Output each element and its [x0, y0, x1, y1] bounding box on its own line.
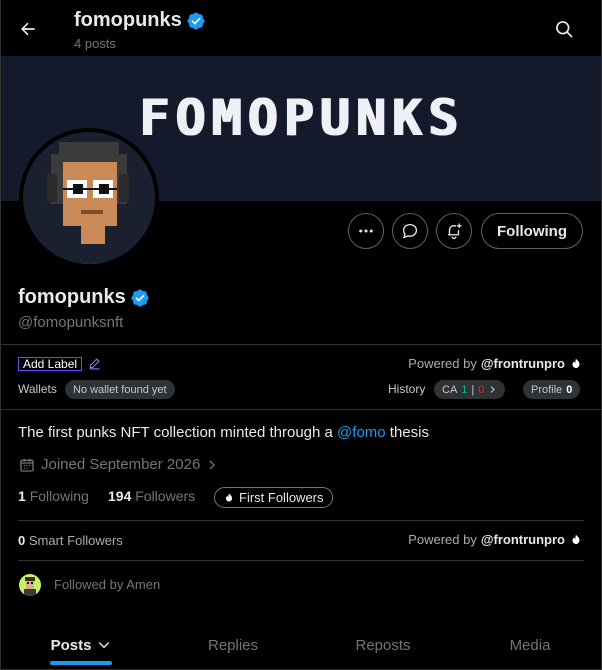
profile-history-count: 0: [566, 383, 573, 396]
banner-logo-text: FOMOPUNKS: [138, 88, 464, 147]
divider: [18, 560, 584, 561]
search-icon: [556, 21, 573, 38]
smart-followers-label: Smart Followers: [28, 533, 123, 548]
divider: [1, 409, 601, 410]
active-tab-indicator: [50, 661, 112, 665]
bio-text-start: The first punks NFT collection minted th…: [18, 424, 338, 441]
frontrun-logo-icon: [226, 493, 232, 501]
posts-count: 4 posts: [74, 36, 116, 51]
no-wallet-text: No wallet found yet: [73, 383, 167, 396]
ca-separator: |: [471, 383, 475, 396]
first-followers-button[interactable]: First Followers: [214, 487, 333, 508]
divider: [1, 344, 601, 345]
ca-history-chip[interactable]: CA 1 | 0: [434, 380, 506, 399]
add-label-button[interactable]: Add Label: [18, 357, 83, 371]
display-name: fomopunks: [18, 286, 126, 308]
powered-by-brand[interactable]: @frontrunpro: [481, 356, 565, 371]
powered-by-label: Powered by: [408, 356, 477, 371]
search-button[interactable]: [549, 14, 579, 44]
frontrun-logo-icon: [572, 534, 580, 544]
more-options-button[interactable]: [348, 213, 384, 249]
followers-count: 194: [108, 488, 132, 504]
top-bar: fomopunks 4 posts: [1, 0, 601, 56]
frontrun-logo-icon: [572, 358, 580, 368]
following-word: Following: [29, 488, 89, 504]
profile-page: fomopunks 4 posts FOMOPUNKS Following fo…: [0, 0, 602, 670]
joined-date-row[interactable]: Joined September 2026: [19, 456, 218, 473]
tab-reposts[interactable]: Reposts: [333, 620, 433, 669]
wallets-label: Wallets: [18, 382, 57, 396]
followers-word: Followers: [135, 488, 196, 504]
calendar-icon: [20, 458, 34, 472]
smart-followers[interactable]: 0 Smart Followers: [18, 533, 123, 548]
pencil-icon[interactable]: [88, 357, 101, 370]
pixel-punk-avatar-icon: [23, 132, 155, 264]
following-count: 1: [18, 488, 26, 504]
profile-bio: The first punks NFT collection minted th…: [18, 424, 429, 441]
ca-negative-count: 0: [478, 383, 485, 396]
profile-history-chip[interactable]: Profile 0: [523, 380, 581, 399]
profile-name-row: fomopunks: [18, 286, 150, 309]
tab-posts-label: Posts: [50, 636, 92, 654]
chevron-right-icon: [490, 386, 496, 393]
verified-badge-icon[interactable]: [130, 288, 150, 308]
ca-positive-count: 1: [461, 383, 468, 396]
avatar-face-icon: [24, 577, 36, 596]
followed-by-text[interactable]: Followed by Amen: [54, 577, 160, 592]
powered-by-label: Powered by: [408, 532, 477, 547]
tab-replies[interactable]: Replies: [183, 620, 283, 669]
more-dots-icon: [359, 229, 373, 233]
first-followers-label: First Followers: [239, 490, 324, 505]
bio-mention-link[interactable]: @fomo: [337, 424, 386, 441]
profile-avatar[interactable]: [19, 128, 159, 268]
follower-avatar[interactable]: [19, 574, 41, 596]
following-button[interactable]: Following: [481, 213, 583, 249]
powered-by-brand[interactable]: @frontrunpro: [481, 532, 565, 547]
smart-followers-count: 0: [18, 533, 26, 548]
back-button[interactable]: [11, 12, 45, 46]
profile-history-label: Profile: [531, 383, 563, 396]
arrow-left-icon: [21, 22, 35, 36]
header-name: fomopunks: [74, 9, 182, 31]
joined-text: Joined September 2026: [41, 456, 201, 473]
chat-bubble-icon: [402, 223, 418, 239]
notifications-button[interactable]: [436, 213, 472, 249]
profile-handle: @fomopunksnft: [18, 314, 124, 331]
chevron-right-icon: [209, 460, 216, 469]
no-wallet-chip: No wallet found yet: [65, 380, 175, 399]
tab-media[interactable]: Media: [480, 620, 580, 669]
header-title: fomopunks: [74, 9, 206, 32]
message-button[interactable]: [392, 213, 428, 249]
divider: [18, 520, 584, 521]
following-count-link[interactable]: 1 Following: [18, 488, 89, 504]
powered-by-row: Powered by @frontrunpro: [408, 532, 583, 547]
history-label: History: [388, 382, 426, 396]
chevron-down-icon: [99, 642, 110, 649]
bell-plus-icon: [448, 223, 462, 240]
ca-label: CA: [442, 383, 458, 396]
powered-by-row: Powered by @frontrunpro: [408, 356, 583, 371]
bio-text-end: thesis: [385, 424, 429, 441]
verified-badge-icon: [187, 11, 205, 30]
followers-count-link[interactable]: 194 Followers: [108, 488, 195, 504]
